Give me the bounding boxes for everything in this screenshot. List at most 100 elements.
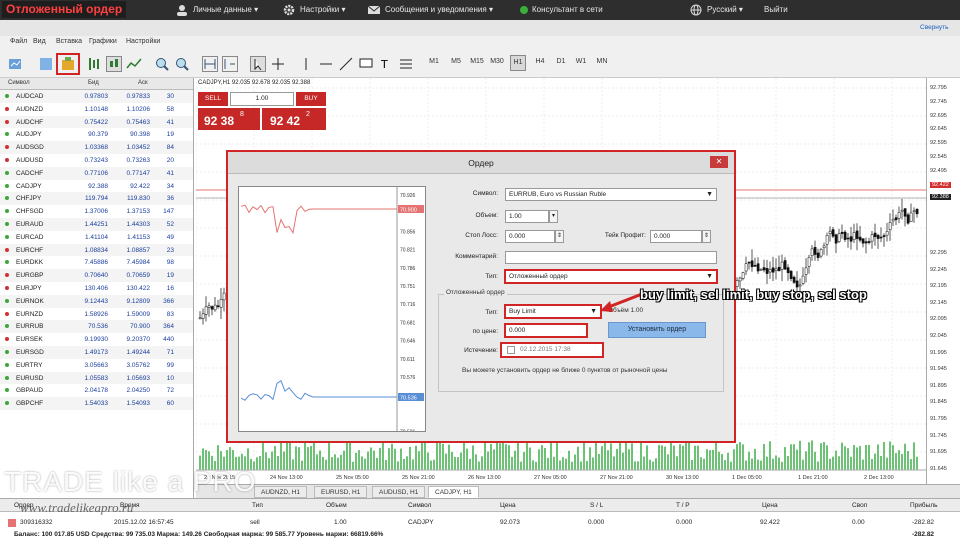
autoscroll-icon[interactable] — [202, 56, 218, 72]
watch-row[interactable]: EURJPY 130.406 130.422 16 — [0, 282, 193, 295]
sell-price[interactable]: 92 38 8 — [198, 108, 260, 130]
vertical-line-icon[interactable] — [298, 56, 314, 72]
col-price[interactable]: Цена — [500, 502, 516, 509]
crosshair-icon[interactable] — [270, 56, 286, 72]
fibonacci-icon[interactable] — [398, 56, 414, 72]
col-type[interactable]: Тип — [252, 502, 263, 509]
watch-row[interactable]: EURDKK 7.45886 7.45984 98 — [0, 256, 193, 269]
language-menu[interactable]: Русский ▾ — [690, 3, 743, 17]
sell-button[interactable]: SELL — [198, 92, 228, 106]
collapse-link[interactable]: Свернуть — [920, 24, 949, 31]
cursor-icon[interactable] — [250, 56, 266, 72]
volume-input[interactable]: 1.00 — [505, 210, 549, 223]
take-profit-input[interactable]: 0.000 — [650, 230, 702, 243]
timeframe-w1[interactable]: W1 — [573, 58, 589, 65]
trend-line-icon[interactable] — [338, 56, 354, 72]
timeframe-h1[interactable]: H1 — [510, 55, 526, 71]
personal-data-menu[interactable]: Личные данные ▾ — [176, 3, 258, 17]
bar-chart-icon[interactable] — [86, 56, 102, 72]
text-label-icon[interactable] — [358, 56, 374, 72]
timeframe-m30[interactable]: M30 — [489, 58, 505, 65]
menu-view[interactable]: Вид — [33, 38, 46, 45]
watch-row[interactable]: EURCHF 1.08834 1.08857 23 — [0, 243, 193, 257]
menu-charts[interactable]: Графики — [89, 38, 117, 45]
col-sl[interactable]: S / L — [590, 502, 603, 509]
new-order-icon[interactable] — [60, 56, 76, 72]
watch-row[interactable]: AUDJPY 90.379 90.398 19 — [0, 128, 193, 141]
watch-row[interactable]: EURSGD 1.49173 1.49244 71 — [0, 345, 193, 359]
timeframe-d1[interactable]: D1 — [553, 58, 569, 65]
order-type-select[interactable]: Отложенный ордер — [504, 269, 718, 284]
watch-row[interactable]: CHFJPY 119.794 119.830 36 — [0, 192, 193, 206]
watch-row[interactable]: AUDSGD 1.03368 1.03452 84 — [0, 141, 193, 154]
settings-menu[interactable]: Настройки ▾ — [283, 3, 345, 17]
take-profit-stepper[interactable]: ⇕ — [702, 230, 711, 243]
order-id[interactable]: 309316332 — [20, 519, 53, 526]
pending-price-input[interactable]: 0.000 — [504, 323, 588, 338]
watch-row[interactable]: AUDUSD 0.73243 0.73263 20 — [0, 154, 193, 167]
ask-column-header[interactable]: Аск — [138, 80, 148, 86]
horizontal-line-icon[interactable] — [318, 56, 334, 72]
timeframe-m1[interactable]: M1 — [426, 58, 442, 65]
watch-row[interactable]: EURAUD 1.44251 1.44303 52 — [0, 217, 193, 231]
volume-stepper[interactable]: ▾ — [549, 210, 558, 223]
close-icon[interactable]: ✕ — [710, 156, 728, 168]
tab-eurusd[interactable]: EURUSD, H1 — [314, 486, 368, 498]
watch-row[interactable]: EURUSD 1.05583 1.05693 10 — [0, 371, 193, 385]
messages-menu[interactable]: Сообщения и уведомления ▾ — [367, 3, 493, 17]
watch-row[interactable]: CADCHF 0.77106 0.77147 41 — [0, 166, 193, 180]
watch-row[interactable]: GBPAUD 2.04178 2.04250 72 — [0, 384, 193, 397]
col-volume[interactable]: Объем — [326, 502, 347, 509]
text-icon[interactable]: T — [378, 56, 394, 72]
watch-row[interactable]: AUDNZD 1.10148 1.10206 58 — [0, 103, 193, 116]
consultant-online[interactable]: Консультант в сети — [520, 3, 603, 17]
expiry-checkbox[interactable] — [507, 346, 515, 354]
watch-row[interactable]: EURCAD 1.41104 1.41153 49 — [0, 231, 193, 244]
watch-row[interactable]: GBPCHF 1.54033 1.54093 60 — [0, 397, 193, 410]
buy-button[interactable]: BUY — [296, 92, 326, 106]
tab-audusd[interactable]: AUDUSD, H1 — [372, 486, 426, 498]
symbol-column-header[interactable]: Символ — [8, 80, 30, 86]
menu-file[interactable]: Файл — [10, 38, 27, 45]
menu-insert[interactable]: Вставка — [56, 38, 82, 45]
watch-row[interactable]: CHFSGD 1.37006 1.37153 147 — [0, 205, 193, 218]
timeframe-mn[interactable]: MN — [594, 58, 610, 65]
watch-bid: 119.794 — [84, 195, 108, 203]
timeframe-m5[interactable]: M5 — [448, 58, 464, 65]
timeframe-m15[interactable]: M15 — [469, 58, 485, 65]
zoom-out-icon[interactable] — [174, 56, 190, 72]
watch-row[interactable]: CADJPY 92.388 92.422 34 — [0, 180, 193, 193]
watch-row[interactable]: EURTRY 3.05663 3.05762 99 — [0, 359, 193, 372]
tab-cadjpy[interactable]: CADJPY, H1 — [428, 486, 479, 498]
line-chart-icon[interactable] — [126, 56, 142, 72]
zoom-in-icon[interactable] — [154, 56, 170, 72]
watch-row[interactable]: EURNZD 1.58926 1.59009 83 — [0, 308, 193, 321]
tab-audnzd[interactable]: AUDNZD, H1 — [254, 486, 308, 498]
lot-size-input[interactable]: 1.00 — [230, 92, 294, 106]
exit-button[interactable]: Выйти — [764, 3, 788, 17]
watch-row[interactable]: AUDCAD 0.97803 0.97833 30 — [0, 90, 193, 103]
place-order-button[interactable]: Установить ордер — [608, 322, 706, 338]
watch-row[interactable]: EURGBP 0.70640 0.70659 19 — [0, 269, 193, 282]
col-profit[interactable]: Прибыль — [910, 502, 938, 509]
col-tp[interactable]: T / P — [676, 502, 690, 509]
comment-input[interactable] — [505, 251, 717, 264]
bid-column-header[interactable]: Бид — [88, 80, 99, 86]
watch-row[interactable]: EURSEK 9.19930 9.20370 440 — [0, 333, 193, 346]
buy-price[interactable]: 92 42 2 — [262, 108, 326, 130]
expiry-input[interactable]: 02.12.2015 17:38 — [500, 342, 604, 358]
new-chart-icon[interactable] — [8, 56, 24, 72]
watch-row[interactable]: EURNOK 9.12443 9.12809 366 — [0, 294, 193, 308]
chart-shift-icon[interactable] — [222, 56, 238, 72]
candle-chart-icon[interactable] — [106, 56, 122, 72]
watch-row[interactable]: AUDCHF 0.75422 0.75463 41 — [0, 115, 193, 129]
col-price2[interactable]: Цена — [762, 502, 778, 509]
col-swap[interactable]: Своп — [852, 502, 867, 509]
navigator-icon[interactable] — [38, 56, 54, 72]
menu-settings[interactable]: Настройки — [126, 38, 160, 45]
timeframe-h4[interactable]: H4 — [532, 58, 548, 65]
pending-type-select[interactable]: Buy Limit — [504, 304, 602, 319]
watch-row[interactable]: EURRUB 70.536 70.900 364 — [0, 320, 193, 334]
symbol-select[interactable]: EURRUB, Euro vs Russian Ruble — [505, 188, 717, 201]
col-symbol[interactable]: Символ — [408, 502, 431, 509]
